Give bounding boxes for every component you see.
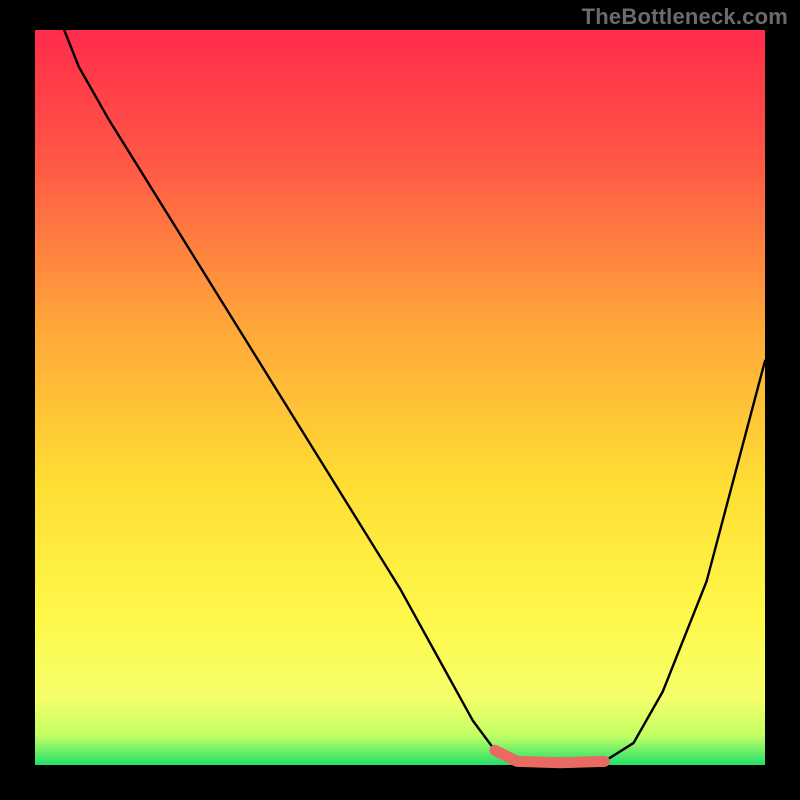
watermark-text: TheBottleneck.com xyxy=(582,4,788,30)
plot-background xyxy=(35,30,765,765)
chart-svg xyxy=(0,0,800,800)
chart-frame: TheBottleneck.com xyxy=(0,0,800,800)
